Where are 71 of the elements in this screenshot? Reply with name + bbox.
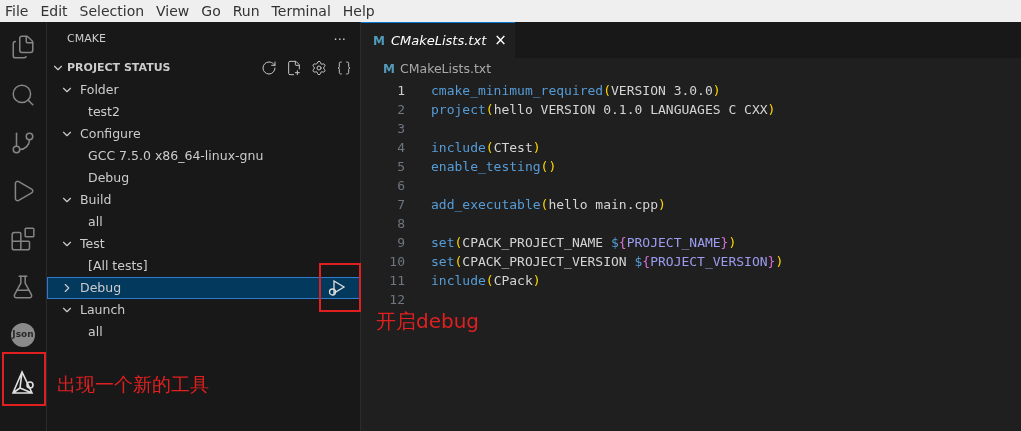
activity-button[interactable]: Json bbox=[0, 311, 46, 359]
tree-label: Build bbox=[80, 190, 113, 209]
line-number: 3 bbox=[396, 120, 405, 138]
tree-label: Debug bbox=[80, 278, 123, 297]
breadcrumb-item[interactable]: CMakeLists.txt bbox=[399, 59, 492, 79]
menu-item[interactable]: Selection bbox=[79, 0, 145, 22]
tree-label: Launch bbox=[80, 300, 127, 319]
menu-item[interactable]: Terminal bbox=[271, 0, 331, 22]
close-icon[interactable]: × bbox=[494, 29, 507, 52]
tree-label: Folder bbox=[80, 80, 120, 99]
tree-item[interactable]: Debug bbox=[47, 277, 360, 299]
line-number: 2 bbox=[396, 101, 405, 119]
editor-tab[interactable]: M CMakeLists.txt × bbox=[361, 22, 515, 58]
more-actions[interactable]: ··· bbox=[333, 29, 346, 50]
tree-leaf[interactable]: Debug bbox=[88, 168, 130, 188]
code-line: include(CTest) bbox=[431, 139, 541, 157]
braces-icon[interactable] bbox=[336, 60, 352, 76]
tree-item[interactable]: Folder bbox=[47, 79, 360, 101]
line-number: 10 bbox=[388, 253, 405, 271]
code-line: include(CPack) bbox=[431, 272, 541, 290]
tree-item[interactable]: Build bbox=[47, 189, 360, 211]
line-number: 6 bbox=[396, 177, 405, 195]
code-line: cmake_minimum_required(VERSION 3.0.0) bbox=[431, 82, 721, 100]
menu-item[interactable]: Go bbox=[201, 0, 221, 22]
code-line: enable_testing() bbox=[431, 158, 557, 176]
line-number: 4 bbox=[396, 139, 405, 157]
annotation-text: 出现一个新的工具 bbox=[57, 372, 209, 397]
tree-label: Test bbox=[80, 234, 106, 253]
menu-item[interactable]: Help bbox=[342, 0, 375, 22]
tab-label: CMakeLists.txt bbox=[390, 31, 487, 50]
tree-item[interactable]: Configure bbox=[47, 123, 360, 145]
new-file-icon[interactable] bbox=[286, 60, 302, 76]
menu-item[interactable]: Run bbox=[232, 0, 260, 22]
sidebar-title: CMAKE bbox=[67, 31, 106, 48]
line-number: 11 bbox=[388, 272, 405, 290]
section-title[interactable]: PROJECT STATUS bbox=[67, 59, 261, 77]
highlight-frame bbox=[2, 352, 46, 406]
line-number: 12 bbox=[388, 291, 405, 309]
files-icon bbox=[10, 34, 36, 60]
menu-item[interactable]: File bbox=[5, 0, 29, 22]
extensions-icon bbox=[10, 226, 36, 252]
tree-leaf[interactable]: test2 bbox=[88, 102, 120, 122]
tree-leaf[interactable]: all bbox=[88, 212, 103, 232]
menu-item[interactable]: View bbox=[156, 0, 190, 22]
tree-label: Configure bbox=[80, 124, 142, 143]
tree-leaf[interactable]: [All tests] bbox=[88, 256, 148, 276]
refresh-icon[interactable] bbox=[261, 60, 277, 76]
debug-icon[interactable] bbox=[327, 279, 347, 297]
line-number: 5 bbox=[396, 158, 405, 176]
settings-icon[interactable] bbox=[311, 60, 327, 76]
line-number: 8 bbox=[396, 215, 405, 233]
code-line: set(CPACK_PROJECT_VERSION ${PROJECT_VERSION}) bbox=[431, 253, 784, 271]
file-type-icon: M bbox=[383, 60, 395, 78]
line-number: 7 bbox=[396, 196, 405, 214]
file-type-icon: M bbox=[373, 31, 385, 50]
code-line: set(CPACK_PROJECT_NAME ${PROJECT_NAME}) bbox=[431, 234, 737, 252]
tree-item[interactable]: Test bbox=[47, 233, 360, 255]
highlight-frame bbox=[319, 263, 361, 312]
branch-icon bbox=[10, 130, 36, 156]
code-line: add_executable(hello main.cpp) bbox=[431, 196, 666, 214]
cmake-triangle-icon bbox=[10, 370, 36, 396]
json-icon: Json bbox=[11, 323, 35, 347]
menu-item[interactable]: Edit bbox=[40, 0, 68, 22]
search-icon bbox=[10, 82, 36, 108]
annotation-text: 开启debug bbox=[376, 308, 480, 335]
tree-leaf[interactable]: GCC 7.5.0 x86_64-linux-gnu bbox=[88, 146, 264, 166]
line-number: 9 bbox=[396, 234, 405, 252]
tree-item[interactable]: Launch bbox=[47, 299, 360, 321]
line-number: 1 bbox=[396, 82, 405, 100]
code-line: project(hello VERSION 0.1.0 LANGUAGES C CXX) bbox=[431, 101, 776, 119]
tree-leaf[interactable]: all bbox=[88, 322, 103, 342]
